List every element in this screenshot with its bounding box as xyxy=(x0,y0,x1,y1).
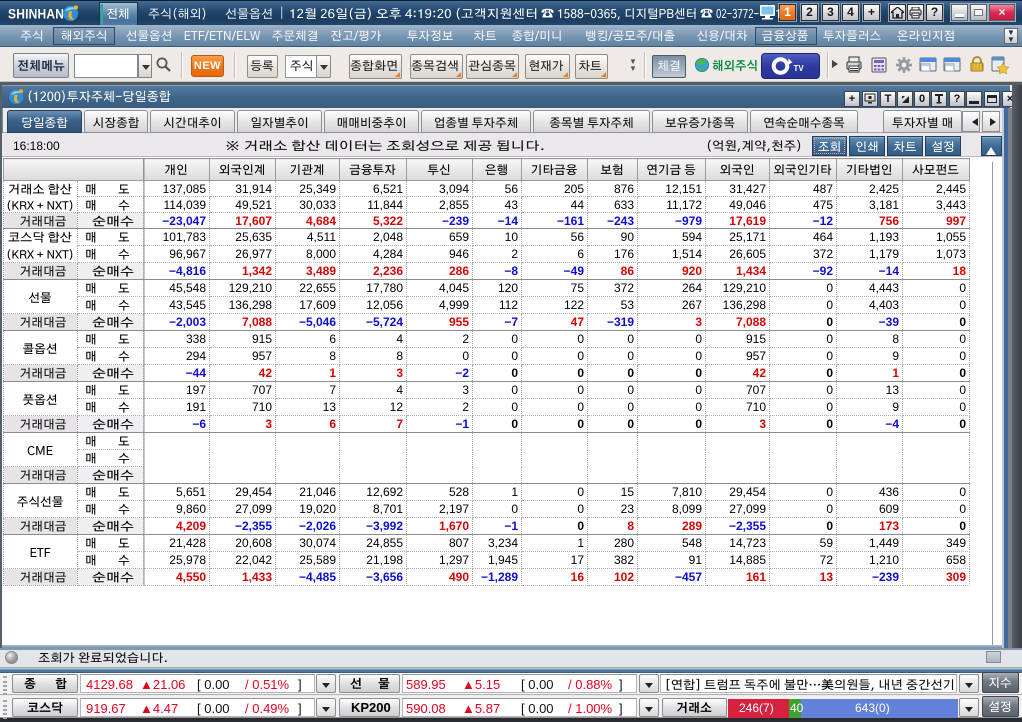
svg-text:TV: TV xyxy=(794,64,805,73)
